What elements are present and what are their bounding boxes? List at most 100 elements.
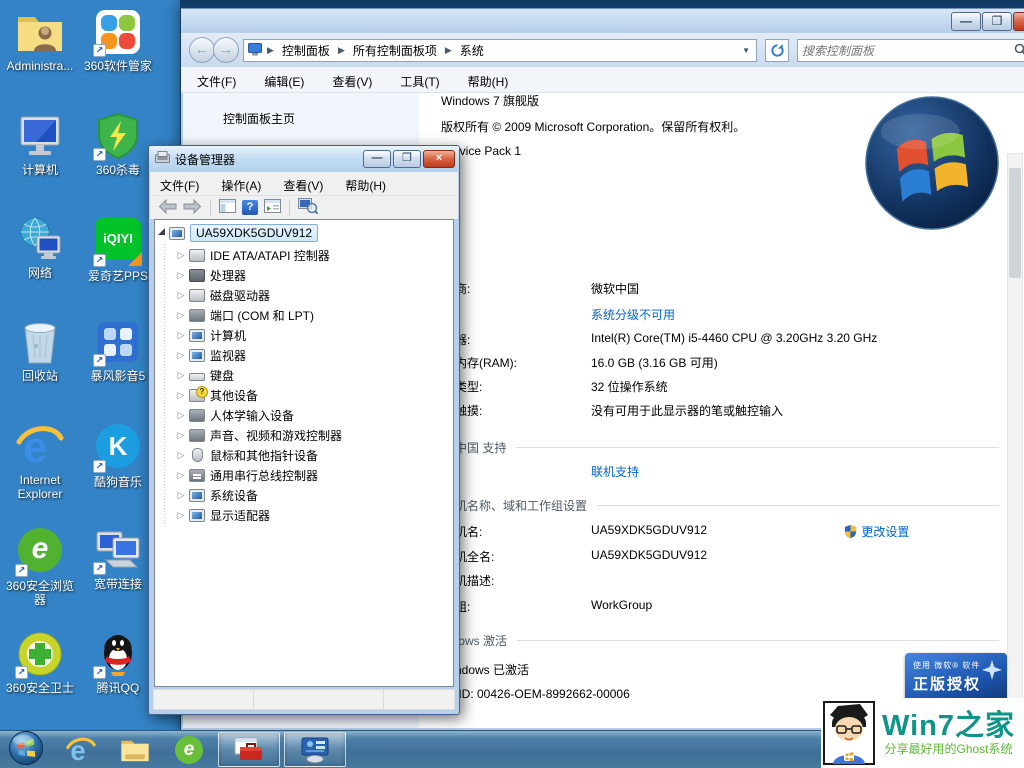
expand-icon[interactable]: ▷ [175, 370, 187, 381]
tree-item-disk-drives[interactable]: ▷磁盘驱动器 [157, 285, 451, 305]
desktop-icon-internet-explorer[interactable]: e Internet Explorer [0, 422, 80, 501]
desktop-icon-360-safeguard[interactable]: ↗ 360安全卫士 [0, 630, 80, 695]
expand-icon[interactable]: ▷ [175, 450, 187, 461]
section-header-activation: Windows 激活 [431, 632, 999, 649]
restore-button[interactable]: ❐ [393, 150, 421, 168]
forward-button[interactable] [183, 199, 202, 217]
show-console-tree-button[interactable] [219, 199, 236, 216]
user-folder-icon [16, 8, 64, 56]
tree-item-hid[interactable]: ▷人体学输入设备 [157, 405, 451, 425]
expand-icon[interactable]: ▷ [175, 350, 187, 361]
breadcrumb-dropdown-icon[interactable]: ▼ [742, 46, 752, 55]
help-button[interactable]: ? [242, 200, 258, 215]
mouse-icon [192, 448, 203, 462]
taskbar-windows-explorer[interactable] [108, 732, 162, 768]
desktop-icon-kugou[interactable]: K ↗ 酷狗音乐 [78, 422, 158, 489]
back-button[interactable]: ← [189, 37, 215, 63]
tree-item-keyboards[interactable]: ▷键盘 [157, 365, 451, 385]
menu-tools[interactable]: 工具(T) [400, 73, 439, 92]
breadcrumb[interactable]: ▶ 控制面板 ▶ 所有控制面板项 ▶ 系统 ▼ [243, 39, 757, 62]
expand-icon[interactable]: ▷ [175, 310, 187, 321]
tree-root-label[interactable]: UA59XDK5GDUV912 [190, 224, 318, 242]
taskbar-internet-explorer[interactable]: e [54, 732, 108, 768]
desktop-icon-360-browser[interactable]: e ↗ 360安全浏览器 [0, 526, 80, 607]
close-button[interactable]: × [1013, 12, 1024, 31]
desktop-icon-network[interactable]: 网络 [0, 215, 80, 280]
minimize-button[interactable]: — [363, 150, 391, 168]
desktop-icon-label: 360安全浏览器 [0, 579, 80, 607]
start-button[interactable] [8, 730, 44, 768]
vertical-scrollbar[interactable] [1007, 153, 1023, 714]
menu-help[interactable]: 帮助(H) [345, 177, 386, 195]
system-rating-link[interactable]: 系统分级不可用 [591, 306, 675, 323]
desktop-icon-broadband[interactable]: ↗ 宽带连接 [78, 526, 158, 591]
expand-icon[interactable]: ▷ [175, 390, 187, 401]
expand-icon[interactable]: ▷ [175, 430, 187, 441]
minimize-button[interactable]: — [951, 12, 981, 31]
tree-item-processors[interactable]: ▷处理器 [157, 265, 451, 285]
desktop-icon-360-software-manager[interactable]: ↗ 360软件管家 [78, 8, 158, 73]
desktop-icon-baofeng[interactable]: ↗ 暴风影音5 [78, 318, 158, 383]
expand-icon[interactable]: ▷ [175, 490, 187, 501]
change-settings-link[interactable]: 更改设置 [861, 525, 909, 539]
expand-icon[interactable]: ▷ [175, 410, 187, 421]
menu-help[interactable]: 帮助(H) [468, 73, 509, 92]
action-pane-button[interactable] [264, 199, 281, 216]
menu-view[interactable]: 查看(V) [283, 177, 323, 195]
search-box[interactable] [797, 39, 1024, 62]
change-settings[interactable]: 更改设置 [843, 523, 909, 542]
menu-view[interactable]: 查看(V) [332, 73, 372, 92]
device-manager-titlebar[interactable]: 设备管理器 — ❐ × [149, 146, 459, 172]
360-safeguard-icon: ↗ [16, 630, 64, 678]
tree-item-ports[interactable]: ▷端口 (COM 和 LPT) [157, 305, 451, 325]
refresh-button[interactable] [765, 39, 789, 62]
search-input[interactable] [798, 44, 1009, 58]
back-button[interactable] [158, 199, 177, 217]
scrollbar-thumb[interactable] [1009, 168, 1021, 278]
network-globe-icon [16, 215, 64, 263]
expand-icon[interactable]: ▷ [175, 270, 187, 281]
tree-item-other-devices[interactable]: ▷其他设备 [157, 385, 451, 405]
online-support-link[interactable]: 联机支持 [591, 463, 639, 480]
tree-item-display-adapters[interactable]: ▷显示适配器 [157, 505, 451, 525]
menu-action[interactable]: 操作(A) [221, 177, 261, 195]
system-window-titlebar[interactable] [181, 1, 1024, 33]
taskbar-device-manager-active[interactable] [218, 732, 280, 767]
collapse-icon[interactable] [158, 228, 165, 235]
tree-root-row[interactable]: UA59XDK5GDUV912 [157, 223, 451, 243]
breadcrumb-item[interactable]: 系统 [457, 41, 487, 60]
desktop-icon-computer[interactable]: 计算机 [0, 112, 80, 177]
tree-item-usb[interactable]: ▷通用串行总线控制器 [157, 465, 451, 485]
search-icon[interactable] [1009, 43, 1024, 59]
tree-item-computer[interactable]: ▷计算机 [157, 325, 451, 345]
menu-edit[interactable]: 编辑(E) [264, 73, 304, 92]
scan-hardware-button[interactable] [298, 198, 318, 217]
maximize-button[interactable]: ❐ [982, 12, 1012, 31]
breadcrumb-item[interactable]: 所有控制面板项 [350, 41, 440, 60]
menu-file[interactable]: 文件(F) [160, 177, 199, 195]
forward-button[interactable]: → [213, 37, 239, 63]
expand-icon[interactable]: ▷ [175, 290, 187, 301]
menu-file[interactable]: 文件(F) [197, 73, 236, 92]
desktop-icon-recycle-bin[interactable]: 回收站 [0, 318, 80, 383]
tree-item-monitors[interactable]: ▷监视器 [157, 345, 451, 365]
desktop-icon-label: 爱奇艺PPS [78, 269, 158, 283]
expand-icon[interactable]: ▷ [175, 330, 187, 341]
desktop-icon-administrator[interactable]: Administra... [0, 8, 80, 73]
desktop-icon-iqiyi[interactable]: iQIYI ↗ 爱奇艺PPS [78, 215, 158, 283]
close-button[interactable]: × [423, 150, 455, 168]
tree-item-ide[interactable]: ▷IDE ATA/ATAPI 控制器 [157, 245, 451, 265]
sidebar-item-control-panel-home[interactable]: 控制面板主页 [223, 110, 419, 127]
breadcrumb-item[interactable]: 控制面板 [279, 41, 333, 60]
expand-icon[interactable]: ▷ [175, 510, 187, 521]
tree-item-sound[interactable]: ▷声音、视频和游戏控制器 [157, 425, 451, 445]
desktop-icon-360-antivirus[interactable]: ↗ 360杀毒 [78, 112, 158, 177]
desktop-icon-qq[interactable]: ↗ 腾讯QQ [78, 630, 158, 695]
expand-icon[interactable]: ▷ [175, 250, 187, 261]
expand-icon[interactable]: ▷ [175, 470, 187, 481]
360-browser-icon: e ↗ [16, 528, 64, 576]
tree-item-system-devices[interactable]: ▷系统设备 [157, 485, 451, 505]
tree-item-mice[interactable]: ▷鼠标和其他指针设备 [157, 445, 451, 465]
taskbar-360-browser[interactable]: e [162, 732, 216, 768]
taskbar-system-control-panel-active[interactable] [284, 732, 346, 767]
